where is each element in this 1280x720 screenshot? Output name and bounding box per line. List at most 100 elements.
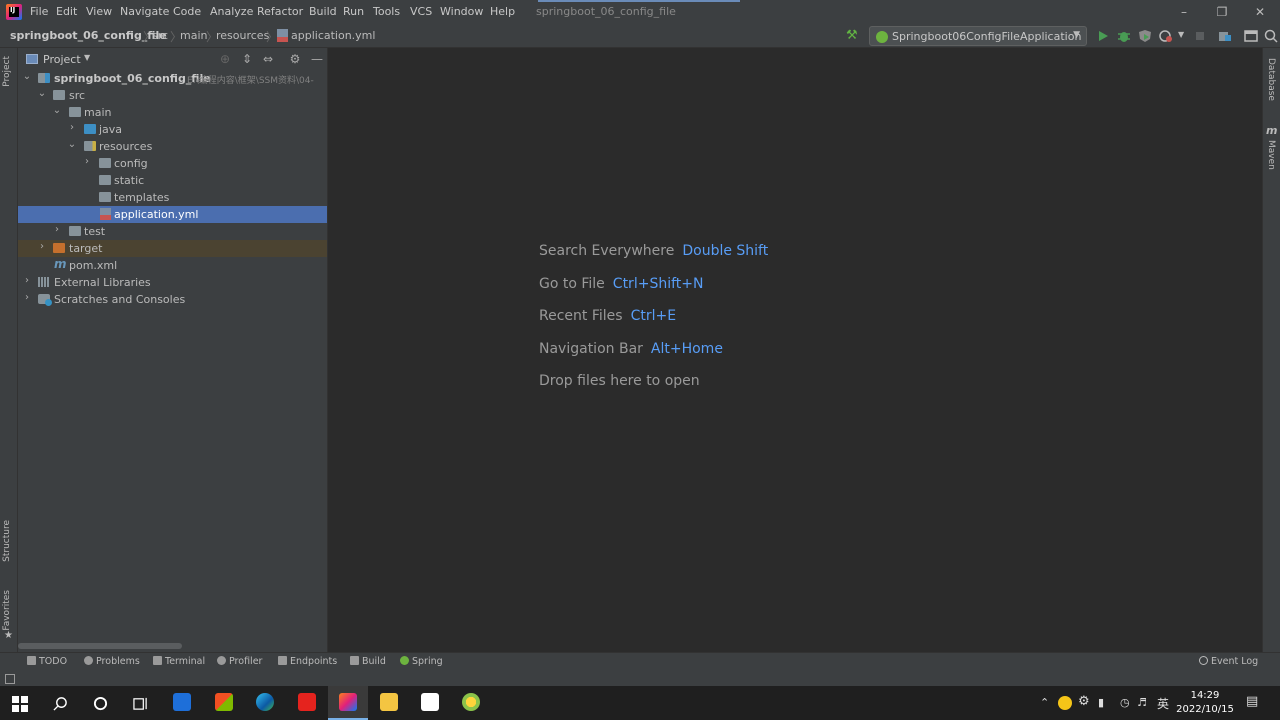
tree-item-static[interactable]: static	[18, 172, 327, 189]
intellij-logo-icon[interactable]: IJ	[6, 4, 22, 20]
hint-text: Recent Files	[539, 308, 623, 324]
event-log-button[interactable]: Event Log	[1199, 656, 1258, 667]
tree-item-project-root[interactable]: ⌄ springboot_06_config_file E:\编程内容\框架\S…	[18, 70, 327, 87]
spring-tool-button[interactable]: Spring	[400, 656, 443, 667]
task-view-button[interactable]	[120, 686, 160, 720]
chevron-down-icon[interactable]: ⌄	[22, 71, 32, 82]
close-icon[interactable]: ✕	[1252, 4, 1268, 20]
build-tool-button[interactable]: Build	[350, 656, 386, 667]
favorites-tool-tab[interactable]: Favorites	[2, 590, 12, 631]
taskbar-app-green[interactable]	[451, 686, 491, 720]
chevron-down-icon[interactable]: ⌄	[52, 105, 62, 116]
tree-item-test[interactable]: › test	[18, 223, 327, 240]
tree-item-resources[interactable]: ⌄ resources	[18, 138, 327, 155]
coverage-icon[interactable]	[1137, 28, 1153, 44]
chevron-down-icon[interactable]: ⌄	[37, 88, 47, 99]
volume-icon[interactable]: ♬	[1137, 696, 1147, 709]
menu-refactor[interactable]: Refactor	[257, 5, 303, 18]
taskbar-app-1[interactable]	[162, 686, 202, 720]
cortana-button[interactable]	[80, 686, 120, 720]
menu-window[interactable]: Window	[440, 5, 483, 18]
breadcrumb-resources[interactable]: resources	[216, 29, 269, 42]
chevron-right-icon[interactable]: ›	[52, 224, 62, 235]
hide-panel-icon[interactable]: —	[310, 52, 324, 66]
structure-tool-tab[interactable]: Structure	[2, 520, 12, 562]
taskbar-app-store[interactable]	[204, 686, 244, 720]
endpoints-tool-button[interactable]: Endpoints	[278, 656, 337, 667]
menu-view[interactable]: View	[86, 5, 112, 18]
taskbar-app-typora[interactable]	[410, 686, 450, 720]
locate-file-icon[interactable]: ⊕	[218, 52, 232, 66]
terminal-tool-button[interactable]: Terminal	[153, 656, 205, 667]
menu-build[interactable]: Build	[309, 5, 337, 18]
presentation-mode-icon[interactable]	[1243, 28, 1259, 44]
database-tool-tab[interactable]: Database	[1266, 58, 1276, 101]
show-hidden-icons-chevron-icon[interactable]: ⌃	[1040, 696, 1049, 709]
gear-icon[interactable]: ⚙	[288, 52, 302, 66]
search-icon[interactable]	[1263, 28, 1279, 44]
chevron-right-icon[interactable]: ›	[22, 292, 32, 303]
tree-item-target[interactable]: › target	[18, 240, 327, 257]
tree-item-java[interactable]: › java	[18, 121, 327, 138]
expand-all-icon[interactable]: ⇕	[240, 52, 254, 66]
tree-item-scratches[interactable]: › Scratches and Consoles	[18, 291, 327, 308]
stop-icon[interactable]	[1192, 28, 1208, 44]
menu-analyze[interactable]: Analyze	[210, 5, 253, 18]
project-structure-icon[interactable]	[1217, 28, 1233, 44]
horizontal-scrollbar[interactable]	[18, 643, 182, 649]
chevron-right-icon[interactable]: ›	[82, 156, 92, 167]
breadcrumb-file[interactable]: application.yml	[291, 29, 375, 42]
menu-help[interactable]: Help	[490, 5, 515, 18]
chevron-down-icon[interactable]: ▼	[1178, 30, 1184, 39]
breadcrumb-src[interactable]: src	[152, 29, 168, 42]
tray-app-icon[interactable]: ⚙	[1078, 694, 1090, 709]
build-hammer-icon[interactable]: ⚒	[846, 28, 860, 43]
debug-icon[interactable]	[1116, 28, 1132, 44]
run-configuration-selector[interactable]: Springboot06ConfigFileApplication ▼	[869, 26, 1087, 46]
tree-item-application-yml[interactable]: application.yml	[18, 206, 327, 223]
breadcrumb-main[interactable]: main	[180, 29, 207, 42]
taskbar-app-youdao[interactable]	[287, 686, 327, 720]
taskbar-search-button[interactable]	[40, 686, 80, 720]
chevron-right-icon[interactable]: ›	[67, 122, 77, 133]
tree-item-config[interactable]: › config	[18, 155, 327, 172]
menu-code[interactable]: Code	[173, 5, 201, 18]
maximize-icon[interactable]: ❐	[1214, 4, 1230, 20]
tree-item-pom[interactable]: m pom.xml	[18, 257, 327, 274]
profiler-tool-button[interactable]: Profiler	[217, 656, 262, 667]
tree-item-external-libraries[interactable]: › External Libraries	[18, 274, 327, 291]
minimize-icon[interactable]: –	[1176, 4, 1192, 20]
taskbar-app-explorer[interactable]	[369, 686, 409, 720]
menu-run[interactable]: Run	[343, 5, 364, 18]
menu-edit[interactable]: Edit	[56, 5, 77, 18]
problems-tool-button[interactable]: Problems	[84, 656, 140, 667]
profiler-icon[interactable]	[1158, 28, 1174, 44]
tree-item-templates[interactable]: templates	[18, 189, 327, 206]
chevron-right-icon[interactable]: ›	[37, 241, 47, 252]
tree-item-main[interactable]: ⌄ main	[18, 104, 327, 121]
taskbar-app-intellij[interactable]	[328, 686, 368, 720]
menu-tools[interactable]: Tools	[373, 5, 400, 18]
chevron-down-icon[interactable]: ▼	[84, 53, 90, 62]
battery-icon[interactable]: ▮	[1098, 696, 1104, 709]
todo-tool-button[interactable]: TODO	[27, 656, 67, 667]
maven-tool-tab[interactable]: Maven	[1266, 140, 1276, 170]
run-icon[interactable]	[1095, 28, 1111, 44]
chevron-down-icon[interactable]: ⌄	[67, 139, 77, 150]
start-button[interactable]	[0, 686, 40, 720]
notification-center-icon[interactable]: ▤	[1246, 694, 1258, 709]
menu-file[interactable]: File	[30, 5, 48, 18]
taskbar-clock[interactable]: 14:29 2022/10/15	[1176, 689, 1234, 717]
collapse-all-icon[interactable]: ⇔	[261, 52, 275, 66]
toggle-tool-windows-icon[interactable]	[5, 674, 15, 684]
chevron-right-icon[interactable]: ›	[22, 275, 32, 286]
project-tool-tab[interactable]: Project	[2, 56, 12, 87]
project-view-selector[interactable]: Project	[43, 53, 81, 66]
menu-vcs[interactable]: VCS	[410, 5, 432, 18]
tree-item-src[interactable]: ⌄ src	[18, 87, 327, 104]
taskbar-app-edge[interactable]	[245, 686, 285, 720]
tray-app-icon[interactable]	[1058, 696, 1072, 710]
input-method-indicator[interactable]: 英	[1157, 695, 1169, 712]
menu-navigate[interactable]: Navigate	[120, 5, 169, 18]
wifi-icon[interactable]: ◷	[1120, 696, 1130, 709]
